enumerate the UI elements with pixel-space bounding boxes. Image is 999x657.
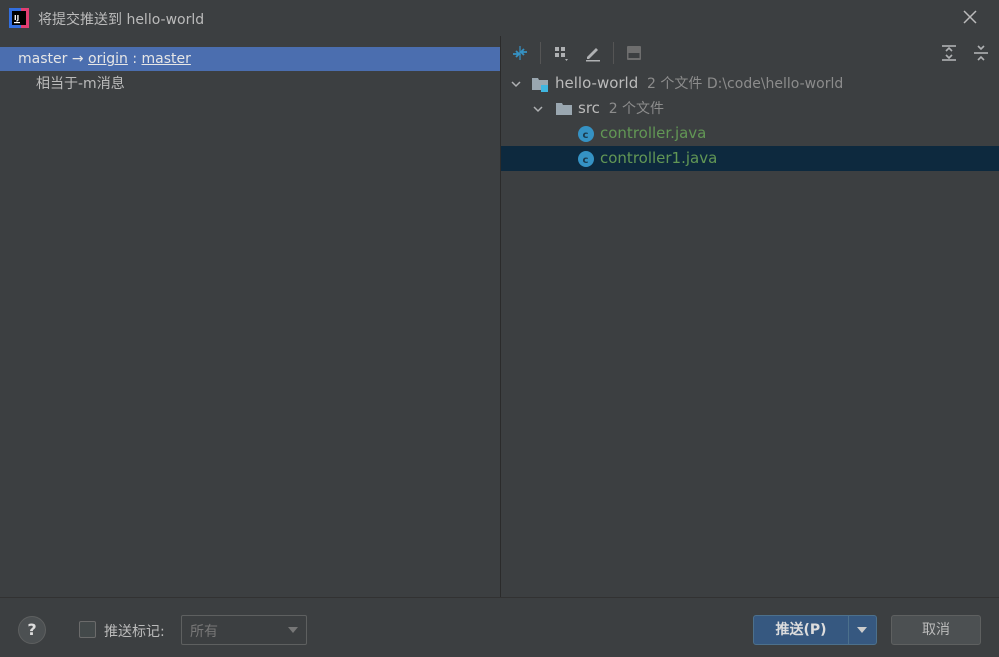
preview-icon[interactable] [623,42,645,64]
push-arrow-glyph: → [71,51,84,67]
remote-link[interactable]: origin [88,51,128,67]
collapse-all-icon[interactable] [970,42,992,64]
compare-icon[interactable] [509,42,531,64]
file-name: controller.java [600,124,707,142]
file-name: controller1.java [600,149,718,167]
title-bar: IJ 将提交推送到 hello-world [0,0,999,36]
tree-node-src[interactable]: src 2 个文件 [501,96,999,121]
tree-node-label: src 2 个文件 [578,99,665,117]
chevron-down-icon [857,627,867,633]
chevron-down-icon[interactable] [532,103,544,115]
push-button[interactable]: 推送(P) [753,615,877,645]
tree-node-meta: 2 个文件 [608,101,665,117]
push-options-dropdown[interactable] [849,616,876,644]
edit-icon[interactable] [582,42,604,64]
push-tags-select[interactable]: 所有 [181,615,307,645]
svg-text:IJ: IJ [14,14,19,22]
module-folder-icon [532,78,548,92]
local-branch: master [18,51,68,67]
changes-toolbar [501,36,999,70]
tree-node-file[interactable]: c controller.java [501,121,999,146]
expand-all-icon[interactable] [938,42,960,64]
intellij-logo-icon: IJ [9,8,29,28]
remote-branch-link[interactable]: master [142,51,191,67]
help-button[interactable]: ? [18,616,46,644]
commits-pane: master → origin : master 相当于-m消息 [0,36,500,597]
tree-node-root[interactable]: hello-world 2 个文件 D:\code\hello-world [501,71,999,96]
branch-push-row[interactable]: master → origin : master [0,47,500,71]
commit-message-item[interactable]: 相当于-m消息 [36,73,125,95]
svg-text:c: c [583,130,589,141]
group-by-icon[interactable] [551,42,573,64]
svg-text:c: c [583,155,589,166]
tree-node-label: hello-world 2 个文件 D:\code\hello-world [555,74,844,92]
chevron-down-icon [288,627,298,633]
push-button-label: 推送(P) [775,622,827,638]
push-tags-checkbox[interactable] [79,621,96,638]
toolbar-separator [613,42,614,64]
java-class-icon: c [578,126,594,142]
push-tags-label: 推送标记: [104,624,165,640]
close-icon[interactable] [959,6,983,30]
chevron-down-icon[interactable] [510,78,522,90]
tree-node-file-selected[interactable]: c controller1.java [501,146,999,171]
remote-separator: : [132,51,138,67]
toolbar-separator [540,42,541,64]
changes-pane: hello-world 2 个文件 D:\code\hello-world sr… [501,36,999,597]
window-title: 将提交推送到 hello-world [38,12,205,28]
tree-node-meta: 2 个文件 D:\code\hello-world [647,76,844,92]
dialog-footer: ? 推送标记: 所有 推送(P) 取消 [0,597,999,657]
folder-icon [556,103,572,115]
select-value: 所有 [190,624,218,640]
java-class-icon: c [578,151,594,167]
cancel-button[interactable]: 取消 [891,615,981,645]
